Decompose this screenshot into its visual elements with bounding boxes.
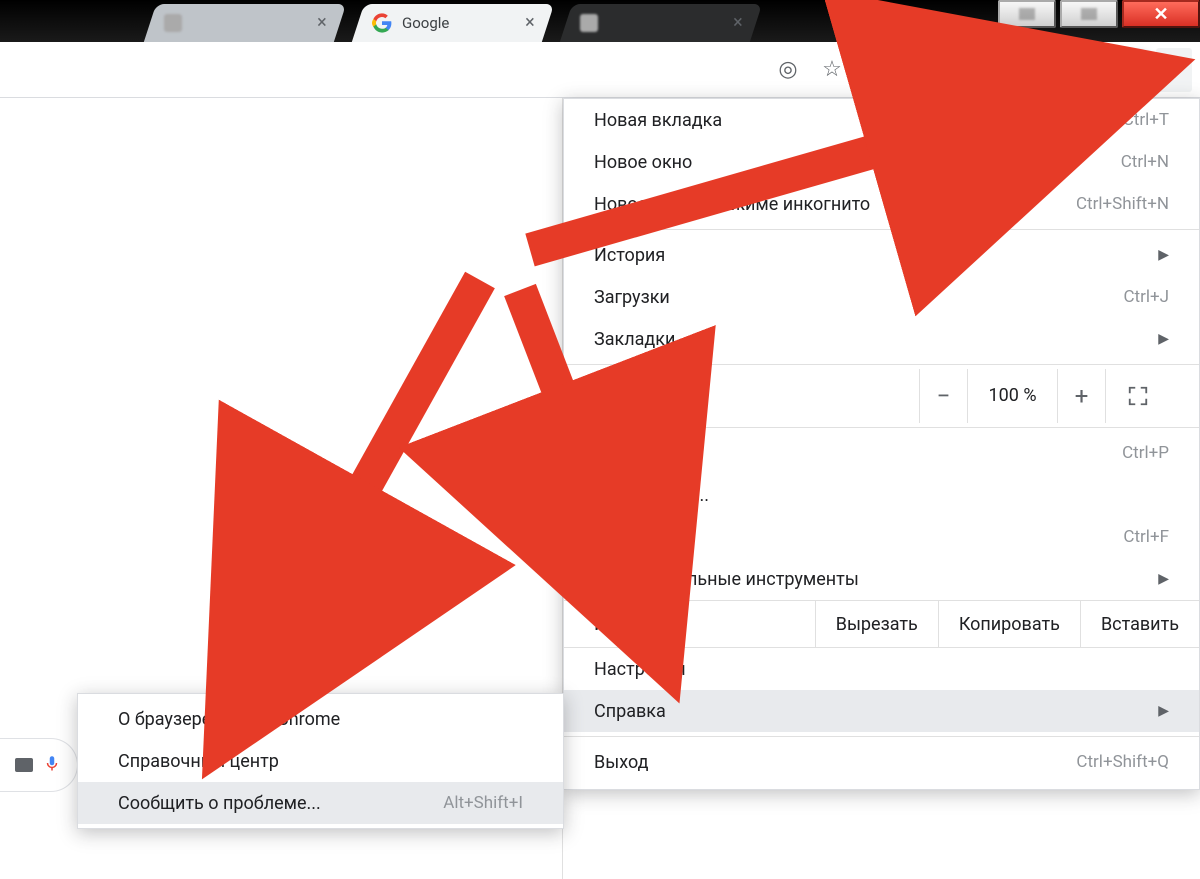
menu-label: Справочный центр (118, 751, 279, 772)
menu-downloads[interactable]: Загрузки Ctrl+J (564, 276, 1199, 318)
menu-shortcut: Ctrl+Shift+Q (1076, 752, 1169, 772)
submenu-report-issue[interactable]: Сообщить о проблеме... Alt+Shift+I (78, 782, 563, 824)
chevron-right-icon: ▶ (1158, 571, 1169, 587)
menu-label: Справка (594, 701, 666, 722)
menu-cast[interactable]: Трансляция... (564, 474, 1199, 516)
menu-label: Загрузки (594, 287, 670, 308)
menu-label: Закладки (594, 329, 675, 350)
edit-paste-button[interactable]: Вставить (1080, 601, 1199, 647)
menu-separator (564, 427, 1199, 428)
zoom-value: 100 % (967, 369, 1057, 423)
menu-label: Новое окно (594, 152, 692, 173)
voice-search-icon[interactable] (43, 751, 61, 779)
zoom-in-button[interactable]: + (1057, 369, 1105, 423)
menu-label: Выход (594, 752, 648, 773)
menu-label: Найти... (594, 527, 660, 548)
search-box-fragment[interactable] (0, 738, 78, 792)
fullscreen-icon (1127, 385, 1149, 407)
menu-label: Новое окно в режиме инкогнито (594, 194, 870, 215)
window-minimize-button[interactable] (998, 0, 1056, 28)
favicon-placeholder (580, 14, 598, 32)
menu-label: История (594, 245, 665, 266)
menu-label: Дополнительные инструменты (594, 569, 859, 590)
favicon-placeholder (164, 14, 182, 32)
menu-edit-row: Изменить Вырезать Копировать Вставить (564, 600, 1199, 648)
menu-shortcut: Alt+Shift+I (443, 793, 523, 813)
bookmark-star-icon[interactable]: ☆ (814, 52, 850, 88)
tab-active-google[interactable]: Google × (352, 4, 554, 42)
edit-cut-button[interactable]: Вырезать (815, 601, 938, 647)
chevron-right-icon: ▶ (1158, 703, 1169, 719)
window-controls: ✕ (998, 0, 1200, 28)
menu-print[interactable]: Печать... Ctrl+P (564, 432, 1199, 474)
menu-bookmarks[interactable]: Закладки ▶ (564, 318, 1199, 360)
edit-copy-button[interactable]: Копировать (938, 601, 1080, 647)
menu-shortcut: Ctrl+J (1123, 287, 1169, 307)
menu-new-tab[interactable]: Новая вкладка Ctrl+T (564, 99, 1199, 141)
window-maximize-button[interactable] (1060, 0, 1118, 28)
google-g-icon (372, 13, 392, 33)
menu-shortcut: Ctrl+T (1123, 110, 1169, 130)
fullscreen-button[interactable] (1105, 369, 1169, 423)
edit-label: Изменить (564, 601, 815, 647)
close-tab-icon[interactable]: × (733, 14, 743, 32)
site-info-icon[interactable]: ◎ (770, 52, 806, 88)
help-submenu: О браузере Google Chrome Справочный цент… (77, 693, 564, 829)
chevron-right-icon: ▶ (1158, 331, 1169, 347)
menu-label: Сообщить о проблеме... (118, 793, 321, 814)
submenu-help-center[interactable]: Справочный центр (78, 740, 563, 782)
submenu-about[interactable]: О браузере Google Chrome (78, 698, 563, 740)
main-menu: Новая вкладка Ctrl+T Новое окно Ctrl+N Н… (563, 98, 1200, 790)
tab-title: Google (402, 14, 449, 32)
menu-help[interactable]: Справка ▶ (564, 690, 1199, 732)
zoom-out-button[interactable]: − (919, 369, 967, 423)
menu-separator (564, 364, 1199, 365)
menu-label: Трансляция... (594, 485, 709, 506)
menu-label: Настройки (594, 659, 686, 680)
tab-strip: × Google × × (0, 0, 774, 42)
menu-label: Новая вкладка (594, 110, 722, 131)
menu-shortcut: Ctrl+N (1121, 152, 1169, 172)
menu-shortcut: Ctrl+F (1123, 527, 1169, 547)
menu-history[interactable]: История ▶ (564, 234, 1199, 276)
menu-new-window[interactable]: Новое окно Ctrl+N (564, 141, 1199, 183)
close-tab-icon[interactable]: × (317, 14, 327, 32)
menu-separator (564, 736, 1199, 737)
menu-exit[interactable]: Выход Ctrl+Shift+Q (564, 741, 1199, 783)
zoom-label: Масштаб (594, 386, 919, 407)
menu-zoom: Масштаб − 100 % + (564, 369, 1199, 423)
menu-shortcut: Ctrl+P (1122, 443, 1169, 463)
main-menu-button[interactable]: ⋮ (1156, 48, 1192, 92)
keyboard-icon[interactable] (15, 758, 33, 772)
menu-find[interactable]: Найти... Ctrl+F (564, 516, 1199, 558)
browser-toolbar: ◎ ☆ ⋮ (0, 42, 1200, 98)
title-bar: × Google × × ✕ (0, 0, 1200, 42)
menu-incognito[interactable]: Новое окно в режиме инкогнито Ctrl+Shift… (564, 183, 1199, 225)
menu-settings[interactable]: Настройки (564, 648, 1199, 690)
window-close-button[interactable]: ✕ (1122, 0, 1200, 28)
tab-inactive-2[interactable]: × (560, 4, 762, 42)
extensions-area (858, 53, 1148, 87)
chevron-right-icon: ▶ (1158, 247, 1169, 263)
close-tab-icon[interactable]: × (525, 14, 535, 32)
menu-separator (564, 229, 1199, 230)
menu-label: Печать... (594, 443, 669, 464)
tab-inactive-1[interactable]: × (144, 4, 346, 42)
menu-label: О браузере Google Chrome (118, 709, 340, 730)
menu-shortcut: Ctrl+Shift+N (1076, 194, 1169, 214)
menu-more-tools[interactable]: Дополнительные инструменты ▶ (564, 558, 1199, 600)
